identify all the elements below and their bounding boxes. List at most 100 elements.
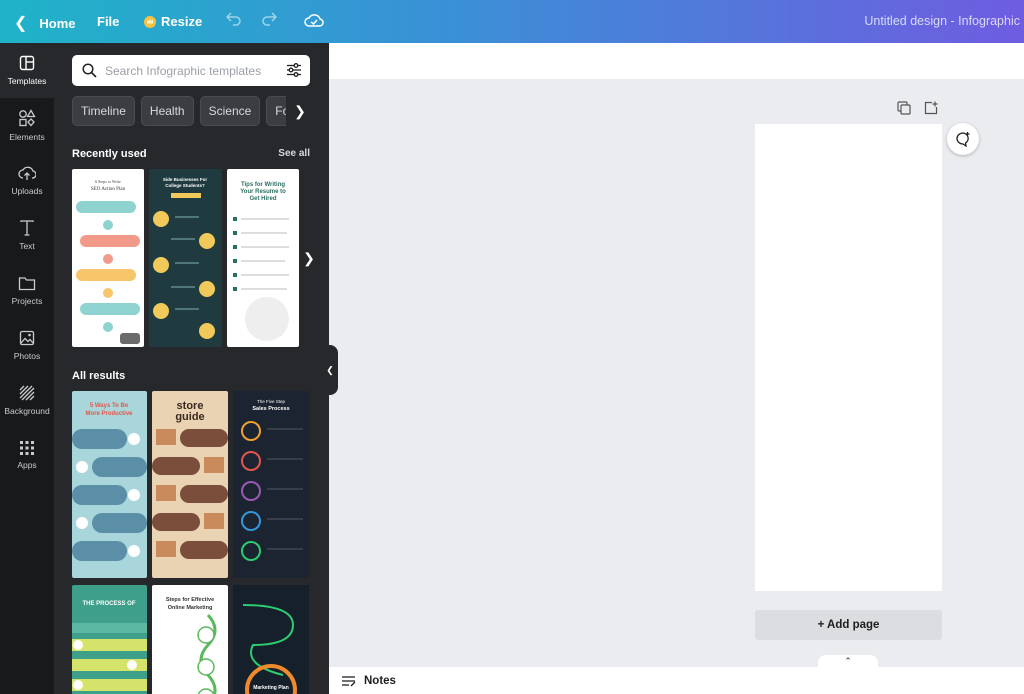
uploads-icon bbox=[18, 166, 36, 180]
canvas-header-bar bbox=[329, 43, 1024, 79]
rail-label-photos: Photos bbox=[13, 351, 41, 361]
home-button[interactable]: ❮ Home bbox=[14, 13, 76, 33]
result-template-card[interactable]: Marketing Plan bbox=[233, 585, 309, 694]
save-status-button[interactable] bbox=[304, 12, 324, 28]
template-thumbnail: 6 Steps to Write SEO Action Plan bbox=[76, 179, 140, 344]
apps-icon bbox=[20, 441, 34, 455]
home-label: Home bbox=[39, 15, 76, 31]
photos-icon bbox=[19, 330, 35, 346]
rail-item-background[interactable]: Background bbox=[0, 373, 54, 428]
svg-text:5 Ways To Be: 5 Ways To Be bbox=[90, 403, 129, 409]
left-nav-rail: Templates Elements Uploads Text Projects… bbox=[0, 43, 54, 694]
templates-panel: Timeline Health Science Food In ❯ Recent… bbox=[54, 43, 329, 694]
recent-template-card[interactable]: 6 Steps to Write SEO Action Plan bbox=[72, 169, 144, 347]
category-chips: Timeline Health Science Food In bbox=[72, 96, 314, 126]
rail-item-projects[interactable]: Projects bbox=[0, 263, 54, 318]
add-comment-button[interactable] bbox=[947, 123, 979, 155]
rail-label-templates: Templates bbox=[7, 76, 47, 86]
rail-item-photos[interactable]: Photos bbox=[0, 318, 54, 373]
svg-text:THE PROCESS OF: THE PROCESS OF bbox=[82, 601, 135, 607]
file-menu-button[interactable]: File bbox=[97, 14, 119, 29]
result-template-card[interactable]: THE PROCESS OF bbox=[72, 585, 147, 694]
templates-icon bbox=[19, 55, 35, 71]
notes-label: Notes bbox=[364, 674, 396, 687]
chip-health[interactable]: Health bbox=[140, 96, 194, 126]
undo-icon bbox=[226, 12, 241, 26]
recent-template-card[interactable]: Side Businesses For College Students? bbox=[149, 169, 222, 347]
resize-label: Resize bbox=[161, 14, 203, 29]
elements-icon bbox=[19, 109, 36, 127]
rail-item-templates[interactable]: Templates bbox=[0, 43, 54, 98]
chip-timeline[interactable]: Timeline bbox=[72, 96, 135, 126]
svg-text:The Five Step: The Five Step bbox=[257, 399, 286, 404]
file-label: File bbox=[97, 14, 120, 29]
redo-button[interactable] bbox=[261, 12, 277, 26]
result-template-card[interactable]: store guide bbox=[152, 391, 228, 578]
template-thumbnail: store guide bbox=[152, 400, 228, 559]
svg-text:More Productive: More Productive bbox=[85, 411, 133, 417]
comment-add-icon bbox=[956, 132, 970, 147]
filter-sliders-icon[interactable] bbox=[286, 62, 302, 78]
duplicate-icon bbox=[897, 101, 911, 115]
cloud-check-icon bbox=[304, 14, 324, 27]
notes-button[interactable]: Notes bbox=[341, 675, 396, 687]
template-thumbnail: 5 Ways To Be More Productive bbox=[72, 403, 147, 561]
template-thumbnail: Marketing Plan bbox=[242, 604, 297, 694]
all-results-heading: All results bbox=[72, 370, 126, 382]
rail-item-uploads[interactable]: Uploads bbox=[0, 153, 54, 208]
see-all-link[interactable]: See all bbox=[278, 148, 310, 159]
template-thumbnail: The Five Step Sales Process bbox=[241, 399, 303, 561]
recently-used-heading: Recently used bbox=[72, 148, 147, 160]
svg-text:guide: guide bbox=[175, 411, 204, 423]
result-template-card[interactable]: 5 Ways To Be More Productive bbox=[72, 391, 147, 578]
rail-label-background: Background bbox=[4, 406, 50, 416]
rail-item-apps[interactable]: Apps bbox=[0, 428, 54, 483]
template-thumbnail: Steps for Effective Online Marketing bbox=[166, 597, 217, 694]
duplicate-page-button[interactable] bbox=[897, 101, 911, 120]
svg-text:Steps for Effective: Steps for Effective bbox=[166, 597, 214, 603]
resize-button[interactable]: Resize bbox=[144, 14, 202, 29]
svg-text:Your Resume to: Your Resume to bbox=[240, 189, 286, 195]
recent-template-card[interactable]: Tips for Writing Your Resume to Get Hire… bbox=[227, 169, 299, 347]
chip-science[interactable]: Science bbox=[199, 96, 261, 126]
rail-label-projects: Projects bbox=[11, 295, 43, 306]
svg-text:Tips for Writing: Tips for Writing bbox=[241, 182, 285, 188]
rail-label-apps: Apps bbox=[17, 460, 37, 470]
template-thumbnail: THE PROCESS OF bbox=[72, 601, 147, 691]
undo-button[interactable] bbox=[226, 12, 242, 26]
svg-text:Get Hired: Get Hired bbox=[249, 196, 276, 202]
template-search-bar bbox=[72, 55, 310, 86]
background-icon bbox=[19, 385, 35, 401]
svg-text:6 Steps to Write: 6 Steps to Write bbox=[95, 179, 121, 184]
result-template-card[interactable]: The Five Step Sales Process bbox=[233, 391, 309, 578]
chevron-right-icon: ❯ bbox=[294, 102, 306, 119]
chevron-up-icon: ⌃ bbox=[844, 656, 852, 666]
svg-text:SEO Action Plan: SEO Action Plan bbox=[91, 187, 126, 192]
svg-text:Side Businesses For: Side Businesses For bbox=[163, 177, 208, 182]
recent-scroll-right-button[interactable]: ❯ bbox=[299, 243, 319, 273]
svg-text:College Students?: College Students? bbox=[165, 183, 205, 188]
text-icon bbox=[20, 220, 34, 236]
chevron-left-icon: ❮ bbox=[14, 15, 28, 32]
svg-text:Online Marketing: Online Marketing bbox=[168, 605, 213, 611]
redo-icon bbox=[262, 12, 277, 26]
template-thumbnail: Side Businesses For College Students? bbox=[153, 177, 215, 339]
add-page-button[interactable]: + Add page bbox=[755, 610, 942, 640]
result-template-card[interactable]: Steps for Effective Online Marketing bbox=[152, 585, 228, 694]
collapse-panel-button[interactable]: ❮ bbox=[322, 345, 338, 395]
notes-icon bbox=[342, 675, 356, 686]
folder-icon bbox=[18, 276, 36, 290]
rail-label-uploads: Uploads bbox=[11, 186, 43, 196]
design-page[interactable] bbox=[755, 124, 942, 591]
rail-item-text[interactable]: Text bbox=[0, 208, 54, 263]
add-page-icon-button[interactable] bbox=[924, 101, 938, 120]
rail-label-elements: Elements bbox=[9, 132, 45, 142]
add-page-icon bbox=[924, 101, 938, 115]
rail-item-elements[interactable]: Elements bbox=[0, 98, 54, 153]
bottom-bar: Notes bbox=[329, 667, 1024, 694]
svg-text:Sales Process: Sales Process bbox=[252, 406, 289, 412]
chips-scroll-right-button[interactable]: ❯ bbox=[286, 96, 314, 126]
search-input[interactable] bbox=[105, 63, 265, 78]
rail-label-text: Text bbox=[19, 241, 35, 251]
document-title[interactable]: Untitled design - Infographic bbox=[864, 14, 1020, 28]
